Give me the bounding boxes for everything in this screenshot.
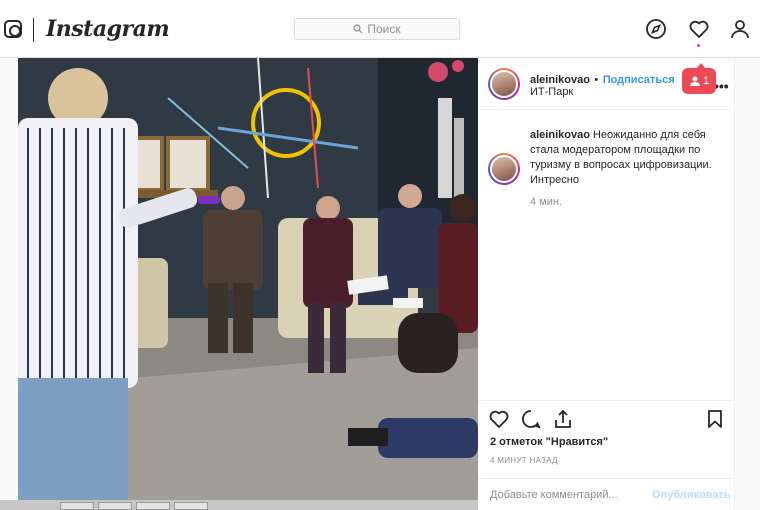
username-link[interactable]: aleinikovao	[530, 74, 590, 86]
comment-icon[interactable]	[520, 408, 542, 430]
comment-avatar[interactable]	[488, 153, 520, 185]
instagram-logo-icon[interactable]	[4, 20, 22, 38]
notification-count: 1	[702, 75, 710, 87]
person-icon	[689, 76, 700, 86]
follow-notification-badge[interactable]: 1	[682, 63, 716, 94]
top-navbar: Instagram Поиск	[0, 0, 760, 58]
activity-indicator-dot	[697, 44, 700, 47]
like-heart-icon[interactable]	[488, 408, 510, 430]
post-side-panel: aleinikovao • Подписаться ИТ-Парк ••• al…	[478, 58, 735, 510]
taskbar-item[interactable]	[174, 502, 208, 510]
dot-separator: •	[594, 74, 599, 86]
search-icon	[353, 24, 363, 34]
caption-time: 4 мин.	[530, 196, 563, 208]
meeting-photo-image	[18, 58, 478, 500]
os-taskbar	[0, 500, 478, 510]
taskbar-item[interactable]	[60, 502, 94, 510]
post-timestamp: 4 МИНУТ НАЗАД	[490, 456, 558, 465]
instagram-wordmark[interactable]: Instagram	[46, 16, 170, 42]
follow-button[interactable]: Подписаться	[603, 74, 675, 86]
taskbar-item[interactable]	[98, 502, 132, 510]
search-placeholder: Поиск	[367, 22, 401, 36]
logo-separator	[33, 18, 34, 42]
more-options-icon[interactable]: •••	[714, 78, 729, 94]
post-photo[interactable]	[18, 58, 478, 500]
profile-icon[interactable]	[729, 18, 751, 40]
comment-input[interactable]	[490, 489, 650, 501]
publish-button[interactable]: Опубликовать	[652, 489, 731, 501]
explore-compass-icon[interactable]	[645, 18, 667, 40]
bookmark-icon[interactable]	[704, 408, 726, 430]
actions-divider	[478, 400, 735, 401]
location-link[interactable]: ИТ-Парк	[530, 86, 573, 98]
search-input[interactable]: Поиск	[294, 18, 460, 40]
share-icon[interactable]	[552, 408, 574, 430]
caption-username[interactable]: aleinikovao	[530, 129, 590, 141]
likes-label: "Нравится"	[545, 436, 609, 448]
likes-number: 2 отметок	[490, 436, 543, 448]
likes-count[interactable]: 2 отметок "Нравится"	[490, 436, 608, 448]
caption-text: aleinikovao Неожиданно для себя стала мо…	[530, 128, 720, 188]
add-comment-bar: Опубликовать	[478, 478, 735, 510]
activity-heart-icon[interactable]	[688, 18, 710, 40]
taskbar-item[interactable]	[136, 502, 170, 510]
avatar[interactable]	[488, 68, 520, 100]
